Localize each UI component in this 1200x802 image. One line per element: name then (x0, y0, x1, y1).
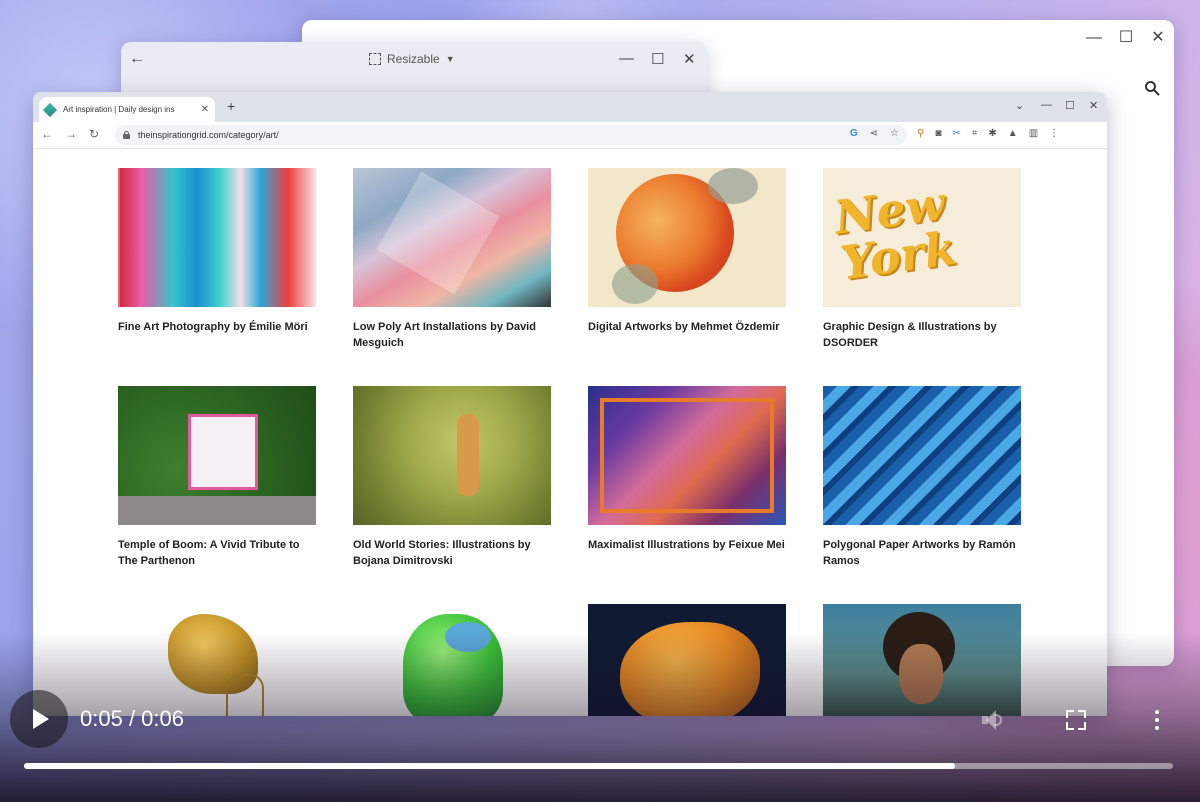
address-bar[interactable]: theinspirationgrid.com/category/art/ G ⋖… (115, 125, 907, 145)
maximize-icon[interactable]: ☐ (651, 50, 664, 68)
resize-label: Resizable (387, 52, 440, 66)
site-favicon-icon (42, 102, 58, 117)
minimize-icon[interactable]: — (619, 50, 634, 67)
browser-toolbar: ← → ↻ theinspirationgrid.com/category/ar… (33, 122, 1107, 149)
close-icon[interactable]: ✕ (1089, 99, 1098, 112)
fullscreen-icon[interactable] (1066, 710, 1086, 730)
article-title[interactable]: Fine Art Photography by Émilie Möri (118, 319, 318, 335)
volume-icon[interactable] (980, 708, 1004, 732)
article-title[interactable]: Temple of Boom: A Vivid Tribute to The P… (118, 537, 318, 569)
more-vert-icon[interactable] (1150, 708, 1164, 732)
article-title[interactable]: Maximalist Illustrations by Feixue Mei (588, 537, 788, 553)
extension-icon[interactable]: ⚲ (917, 128, 924, 139)
resize-mode-dropdown[interactable]: Resizable ▼ (369, 52, 455, 66)
duration: 0:06 (141, 706, 184, 731)
article-card[interactable]: Digital Artworks by Mehmet Özdemir (588, 168, 788, 335)
side-panel-icon[interactable]: ▥ (1029, 128, 1038, 139)
minimize-icon[interactable]: — (1084, 28, 1104, 48)
browser-window[interactable]: Art inspiration | Daily design ins ✕ + ⌄… (33, 92, 1107, 716)
search-icon[interactable] (1144, 80, 1160, 96)
menu-kebab-icon[interactable]: ⋮ (1049, 128, 1059, 139)
omnibox-actions: G ⋖ ☆ (850, 128, 899, 139)
tab-close-icon[interactable]: ✕ (201, 104, 209, 115)
article-title[interactable]: Polygonal Paper Artworks by Ramón Ramos (823, 537, 1023, 569)
article-thumbnail[interactable] (353, 386, 551, 525)
artwork-shape (188, 414, 258, 490)
close-icon[interactable]: ✕ (1148, 28, 1168, 48)
close-icon[interactable]: ✕ (683, 50, 696, 68)
article-title[interactable]: Low Poly Art Installations by David Mesg… (353, 319, 553, 351)
article-thumbnail[interactable] (353, 168, 551, 307)
reload-icon[interactable]: ↻ (89, 127, 99, 141)
resize-icon (369, 53, 381, 65)
crop-icon[interactable]: ⌗ (972, 128, 978, 139)
puzzle-icon[interactable]: ✱ (988, 128, 996, 139)
lock-icon[interactable] (123, 131, 130, 139)
lab-flask-icon[interactable]: ▲ (1008, 128, 1018, 139)
google-lens-icon[interactable]: G (850, 128, 858, 139)
article-title[interactable]: Graphic Design & Illustrations by DSORDE… (823, 319, 1023, 351)
volume-icon-wave (994, 714, 1002, 726)
artwork-lettering: New York (830, 175, 960, 291)
article-title[interactable]: Old World Stories: Illustrations by Boja… (353, 537, 553, 569)
fullscreen-corner (1078, 710, 1086, 718)
tab-title: Art inspiration | Daily design ins (63, 105, 175, 114)
article-thumbnail[interactable] (823, 386, 1021, 525)
back-arrow-icon[interactable]: ← (129, 50, 145, 68)
fullscreen-corner (1066, 710, 1074, 718)
progress-bar[interactable] (24, 763, 1173, 769)
cut-icon[interactable]: ✂ (952, 128, 960, 139)
chevron-down-icon: ▼ (445, 54, 455, 64)
article-title[interactable]: Digital Artworks by Mehmet Özdemir (588, 319, 788, 335)
extensions-bar: ⚲ ◙ ✂ ⌗ ✱ ▲ ▥ ⋮ (917, 128, 1059, 139)
progress-fill (24, 763, 955, 769)
forward-icon[interactable]: → (65, 127, 77, 141)
tab-strip: Art inspiration | Daily design ins ✕ + ⌄… (33, 92, 1107, 122)
article-card[interactable]: New York Graphic Design & Illustrations … (823, 168, 1023, 351)
article-card[interactable]: Maximalist Illustrations by Feixue Mei (588, 386, 788, 553)
window-titlebar: ← Resizable ▼ — ☐ ✕ (121, 42, 707, 78)
page-content: Fine Art Photography by Émilie Möri Low … (33, 148, 1107, 716)
artwork-shape (708, 168, 758, 204)
fullscreen-corner (1066, 722, 1074, 730)
article-thumbnail[interactable] (118, 386, 316, 525)
minimize-icon[interactable]: — (1041, 99, 1052, 111)
article-card[interactable]: Polygonal Paper Artworks by Ramón Ramos (823, 386, 1023, 569)
article-card[interactable]: Fine Art Photography by Émilie Möri (118, 168, 318, 335)
time-separator: / (122, 706, 142, 731)
video-controls: 0:05 / 0:06 (0, 680, 1200, 802)
playback-time: 0:05 / 0:06 (80, 706, 184, 732)
article-thumbnail[interactable] (118, 168, 316, 307)
artwork-shape (612, 264, 658, 304)
fullscreen-corner (1078, 722, 1086, 730)
article-card[interactable]: Old World Stories: Illustrations by Boja… (353, 386, 553, 569)
back-icon[interactable]: ← (41, 127, 53, 141)
artwork-shape (118, 496, 316, 525)
screenshot-icon[interactable]: ◙ (935, 128, 941, 139)
play-icon (33, 709, 49, 729)
artwork-shape (445, 622, 491, 652)
bookmark-star-icon[interactable]: ☆ (890, 128, 899, 139)
new-tab-button[interactable]: + (227, 98, 235, 114)
article-card[interactable]: Low Poly Art Installations by David Mesg… (353, 168, 553, 351)
article-thumbnail[interactable] (588, 386, 786, 525)
artwork-shape (457, 414, 479, 496)
article-card[interactable]: Temple of Boom: A Vivid Tribute to The P… (118, 386, 318, 569)
maximize-icon[interactable]: ☐ (1065, 99, 1075, 112)
article-thumbnail[interactable]: New York (823, 168, 1021, 307)
play-button[interactable] (10, 690, 68, 748)
article-thumbnail[interactable] (588, 168, 786, 307)
tab-search-chevron-icon[interactable]: ⌄ (1015, 99, 1024, 112)
maximize-icon[interactable]: ☐ (1116, 28, 1136, 48)
tab-art-inspiration[interactable]: Art inspiration | Daily design ins ✕ (39, 97, 215, 122)
current-time: 0:05 (80, 706, 123, 731)
url-text[interactable]: theinspirationgrid.com/category/art/ (138, 130, 279, 140)
share-icon[interactable]: ⋖ (870, 128, 878, 139)
